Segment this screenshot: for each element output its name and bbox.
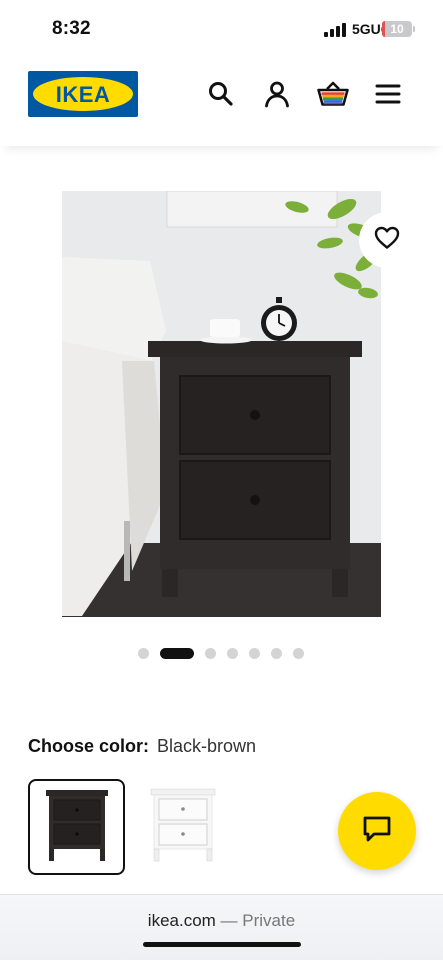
- signal-icon: [324, 23, 346, 37]
- logo-text: IKEA: [55, 82, 111, 107]
- pagination-dot[interactable]: [271, 648, 282, 659]
- private-mode-label: Private: [242, 911, 296, 930]
- chat-button[interactable]: [338, 792, 416, 870]
- favorite-button[interactable]: [359, 212, 415, 268]
- pagination-dot[interactable]: [227, 648, 238, 659]
- browser-address-bar[interactable]: ikea.com — Private: [0, 894, 443, 960]
- account-icon[interactable]: [263, 80, 291, 108]
- domain-text: ikea.com: [147, 911, 216, 930]
- home-indicator[interactable]: [143, 942, 301, 947]
- product-image[interactable]: [62, 191, 381, 617]
- color-label: Choose color:: [28, 736, 150, 756]
- ikea-logo[interactable]: IKEA: [28, 71, 138, 117]
- address-text[interactable]: ikea.com — Private: [0, 911, 443, 931]
- status-time: 8:32: [52, 18, 91, 39]
- site-header: IKEA: [0, 60, 443, 146]
- pagination-dot-active[interactable]: [160, 648, 194, 659]
- pagination-dot[interactable]: [138, 648, 149, 659]
- selected-color: Black-brown: [157, 736, 257, 756]
- status-bar: 8:32 5GUC 10: [0, 0, 443, 58]
- color-chooser: Choose color: Black-brown: [28, 736, 256, 757]
- battery-icon: 10: [382, 21, 412, 37]
- url-separator: —: [215, 911, 243, 930]
- pagination-dot[interactable]: [249, 648, 260, 659]
- battery-level: 10: [390, 22, 404, 36]
- chat-icon: [362, 815, 392, 848]
- menu-icon[interactable]: [374, 80, 402, 108]
- color-swatch-black-brown[interactable]: [28, 779, 125, 875]
- color-swatch-white[interactable]: [137, 779, 234, 875]
- pagination-dot[interactable]: [293, 648, 304, 659]
- search-icon[interactable]: [207, 80, 235, 108]
- cart-icon[interactable]: [317, 80, 349, 108]
- heart-icon: [374, 226, 400, 255]
- pagination-dot[interactable]: [205, 648, 216, 659]
